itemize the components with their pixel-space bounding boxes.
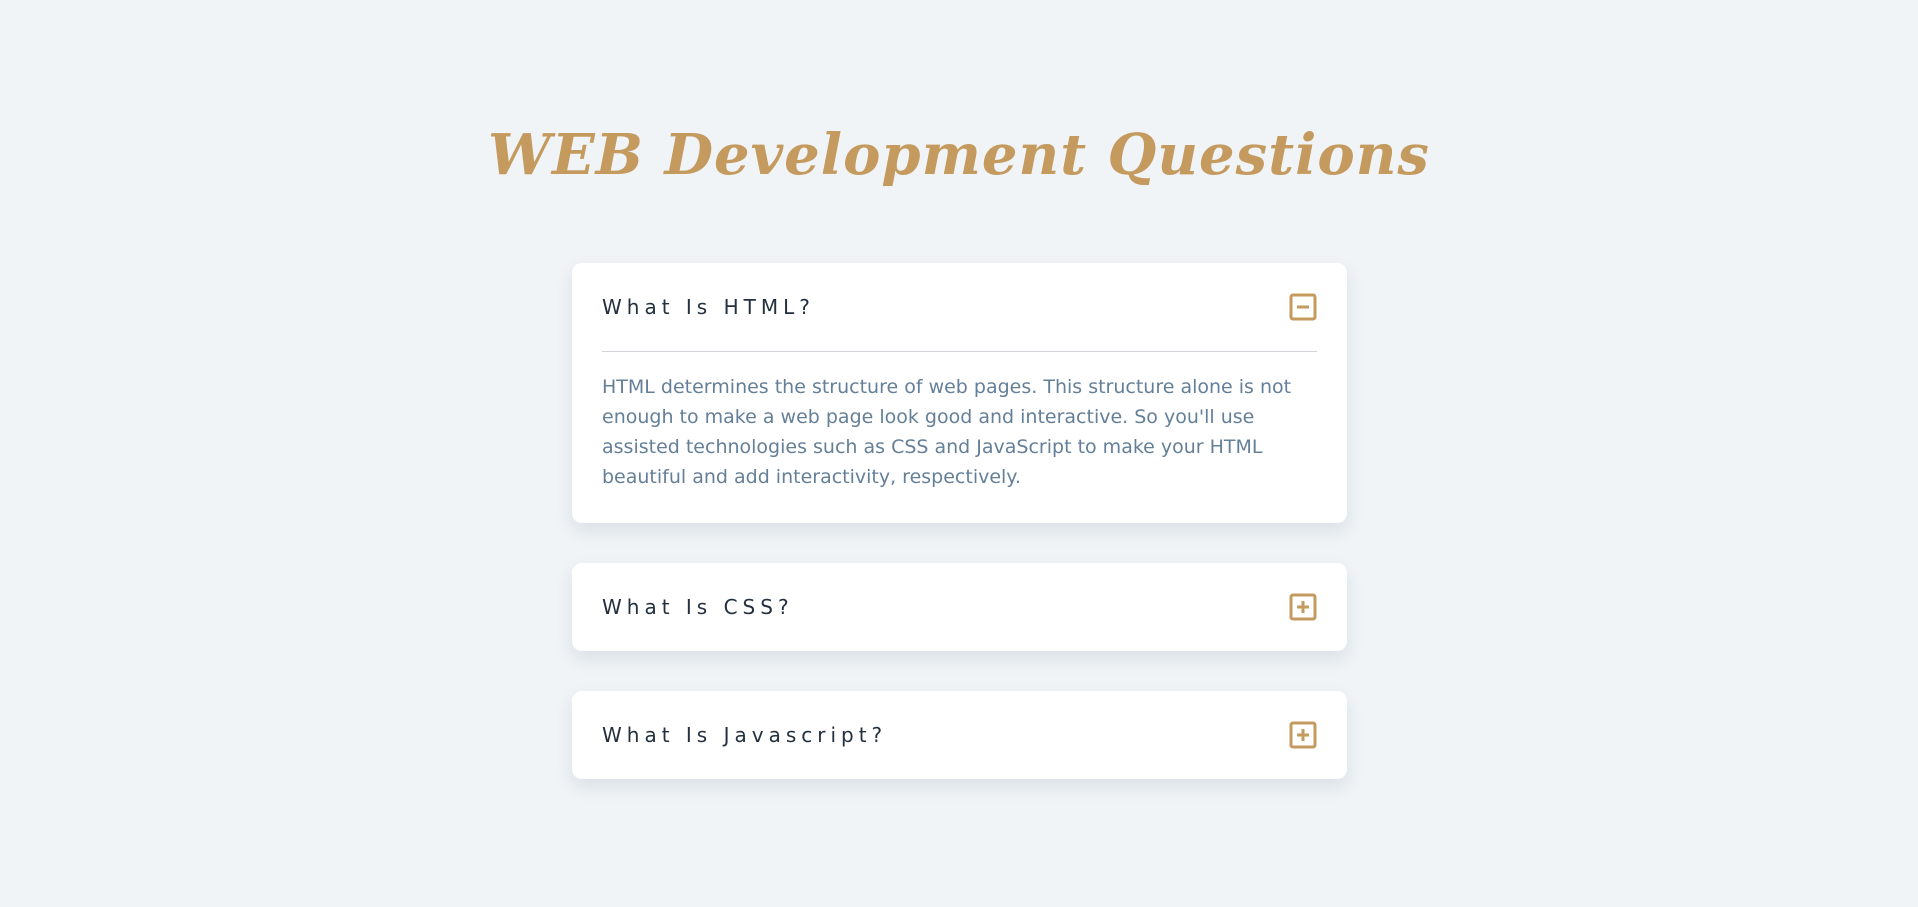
faq-question-css: What Is CSS? (602, 595, 794, 619)
faq-header-css[interactable]: What Is CSS? (602, 563, 1317, 651)
faq-question-html: What Is HTML? (602, 295, 815, 319)
plus-square-icon[interactable] (1289, 721, 1317, 749)
faq-item-javascript: What Is Javascript? (572, 691, 1347, 779)
minus-square-icon[interactable] (1289, 293, 1317, 321)
plus-square-icon[interactable] (1289, 593, 1317, 621)
faq-answer-html: HTML determines the structure of web pag… (602, 376, 1292, 488)
faq-header-javascript[interactable]: What Is Javascript? (602, 691, 1317, 779)
page: WEB Development Questions What Is HTML? … (0, 0, 1918, 907)
faq-item-css: What Is CSS? (572, 563, 1347, 651)
faq-header-html[interactable]: What Is HTML? (602, 263, 1317, 351)
page-title: WEB Development Questions (488, 122, 1430, 188)
faq-question-javascript: What Is Javascript? (602, 723, 888, 747)
faq-list: What Is HTML? HTML determines the struct… (572, 263, 1347, 819)
faq-item-html: What Is HTML? HTML determines the struct… (572, 263, 1347, 523)
